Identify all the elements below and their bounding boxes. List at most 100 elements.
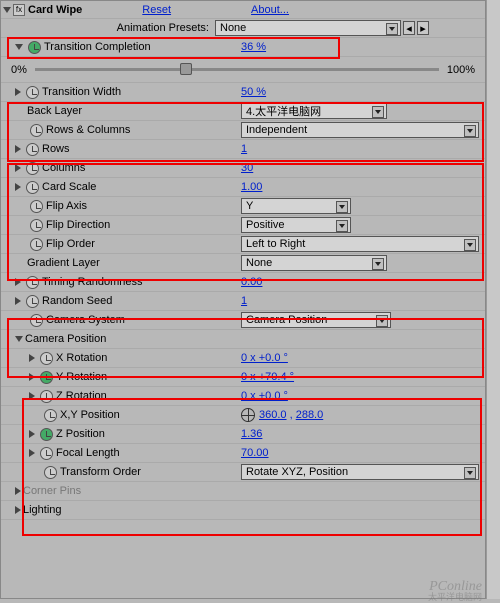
- effect-controls-panel: fx Card Wipe Reset About... Animation Pr…: [0, 0, 486, 599]
- prop-value[interactable]: 1: [241, 143, 247, 155]
- row-flip-direction: Flip Direction Positive: [1, 216, 485, 235]
- twirl-icon[interactable]: [15, 44, 23, 50]
- stopwatch-icon[interactable]: [40, 447, 53, 460]
- row-camera-position-group: Camera Position: [1, 330, 485, 349]
- row-flip-axis: Flip Axis Y: [1, 197, 485, 216]
- twirl-icon[interactable]: [29, 449, 35, 457]
- twirl-effect[interactable]: [3, 7, 11, 13]
- stopwatch-icon[interactable]: [44, 466, 57, 479]
- chevron-down-icon: [372, 106, 384, 118]
- stopwatch-icon[interactable]: [30, 238, 43, 251]
- prop-label: Back Layer: [27, 105, 82, 117]
- back-layer-dropdown[interactable]: 4.太平洋电脑网: [241, 103, 387, 119]
- prop-label: Timing Randomness: [42, 276, 142, 288]
- prop-label: X,Y Position: [60, 409, 120, 421]
- prop-value[interactable]: 36 %: [241, 41, 266, 53]
- twirl-icon[interactable]: [29, 354, 35, 362]
- stopwatch-icon[interactable]: [44, 409, 57, 422]
- row-xy-position: X,Y Position 360.0 , 288.0: [1, 406, 485, 425]
- twirl-icon[interactable]: [29, 392, 35, 400]
- xy-x-value[interactable]: 360.0: [259, 409, 287, 421]
- row-transition-width: Transition Width 50 %: [1, 83, 485, 102]
- stopwatch-icon[interactable]: [30, 219, 43, 232]
- prop-value[interactable]: 1.36: [241, 428, 262, 440]
- twirl-icon[interactable]: [15, 297, 21, 305]
- prop-value[interactable]: 0 x +0.0 °: [241, 352, 288, 364]
- chevron-down-icon: [464, 239, 476, 251]
- slider-thumb[interactable]: [180, 63, 192, 75]
- rows-columns-dropdown[interactable]: Independent: [241, 122, 479, 138]
- stopwatch-icon[interactable]: [26, 295, 39, 308]
- prop-value[interactable]: 0 x +70.4 °: [241, 371, 294, 383]
- vertical-scrollbar[interactable]: [486, 0, 500, 599]
- chevron-down-icon: [372, 258, 384, 270]
- chevron-down-icon: [464, 467, 476, 479]
- stopwatch-icon[interactable]: [40, 352, 53, 365]
- preset-next-button[interactable]: ▸: [417, 21, 429, 35]
- stopwatch-icon[interactable]: [26, 276, 39, 289]
- prop-value: Rotate XYZ, Position: [246, 466, 348, 478]
- chevron-down-icon: [376, 315, 388, 327]
- transform-order-dropdown[interactable]: Rotate XYZ, Position: [241, 464, 479, 480]
- twirl-icon[interactable]: [15, 183, 21, 191]
- stopwatch-icon[interactable]: [40, 371, 53, 384]
- flip-direction-dropdown[interactable]: Positive: [241, 217, 351, 233]
- stopwatch-icon[interactable]: [40, 428, 53, 441]
- stopwatch-icon[interactable]: [26, 181, 39, 194]
- twirl-icon[interactable]: [15, 506, 21, 514]
- chevron-down-icon: [336, 201, 348, 213]
- row-lighting: Lighting: [1, 501, 485, 520]
- fx-toggle[interactable]: fx: [13, 4, 25, 16]
- stopwatch-icon[interactable]: [40, 390, 53, 403]
- twirl-icon[interactable]: [15, 278, 21, 286]
- prop-value[interactable]: 70.00: [241, 447, 269, 459]
- camera-system-dropdown[interactable]: Camera Position: [241, 312, 391, 328]
- preset-prev-button[interactable]: ◂: [403, 21, 415, 35]
- twirl-icon[interactable]: [29, 373, 35, 381]
- prop-value: Independent: [246, 124, 307, 136]
- stopwatch-icon[interactable]: [30, 200, 43, 213]
- gradient-layer-dropdown[interactable]: None: [241, 255, 387, 271]
- row-camera-system: Camera System Camera Position: [1, 311, 485, 330]
- presets-value: None: [220, 22, 246, 34]
- prop-label: Flip Axis: [46, 200, 87, 212]
- prop-label: Z Position: [56, 428, 105, 440]
- prop-value[interactable]: 1.00: [241, 181, 262, 193]
- prop-value[interactable]: 0 x +0.0 °: [241, 390, 288, 402]
- twirl-icon[interactable]: [15, 164, 21, 172]
- slider-track[interactable]: [35, 68, 439, 71]
- prop-label: Card Scale: [42, 181, 96, 193]
- prop-value[interactable]: 1: [241, 295, 247, 307]
- row-x-rotation: X Rotation 0 x +0.0 °: [1, 349, 485, 368]
- stopwatch-icon[interactable]: [30, 124, 43, 137]
- stopwatch-icon[interactable]: [26, 143, 39, 156]
- row-rows: Rows 1: [1, 140, 485, 159]
- prop-value[interactable]: 30: [241, 162, 253, 174]
- prop-value[interactable]: 0.00: [241, 276, 262, 288]
- prop-label: Z Rotation: [56, 390, 107, 402]
- presets-dropdown[interactable]: None: [215, 20, 401, 36]
- flip-axis-dropdown[interactable]: Y: [241, 198, 351, 214]
- flip-order-dropdown[interactable]: Left to Right: [241, 236, 479, 252]
- watermark-cn: 太平洋电脑网: [428, 590, 482, 603]
- twirl-icon[interactable]: [15, 145, 21, 153]
- about-link[interactable]: About...: [251, 4, 289, 16]
- prop-label: Y Rotation: [56, 371, 107, 383]
- prop-label: Flip Order: [46, 238, 95, 250]
- stopwatch-icon[interactable]: [26, 162, 39, 175]
- stopwatch-icon[interactable]: [26, 86, 39, 99]
- slider-min: 0%: [11, 64, 27, 76]
- twirl-icon[interactable]: [15, 336, 23, 342]
- xy-y-value[interactable]: 288.0: [296, 409, 324, 421]
- twirl-icon[interactable]: [15, 88, 21, 96]
- row-card-scale: Card Scale 1.00: [1, 178, 485, 197]
- crosshair-icon[interactable]: [241, 408, 255, 422]
- stopwatch-icon[interactable]: [30, 314, 43, 327]
- twirl-icon[interactable]: [15, 487, 21, 495]
- stopwatch-icon[interactable]: [28, 41, 41, 54]
- twirl-icon[interactable]: [29, 430, 35, 438]
- group-label: Lighting: [23, 504, 62, 516]
- group-label: Camera Position: [25, 333, 106, 345]
- prop-value[interactable]: 50 %: [241, 86, 266, 98]
- reset-link[interactable]: Reset: [142, 4, 171, 16]
